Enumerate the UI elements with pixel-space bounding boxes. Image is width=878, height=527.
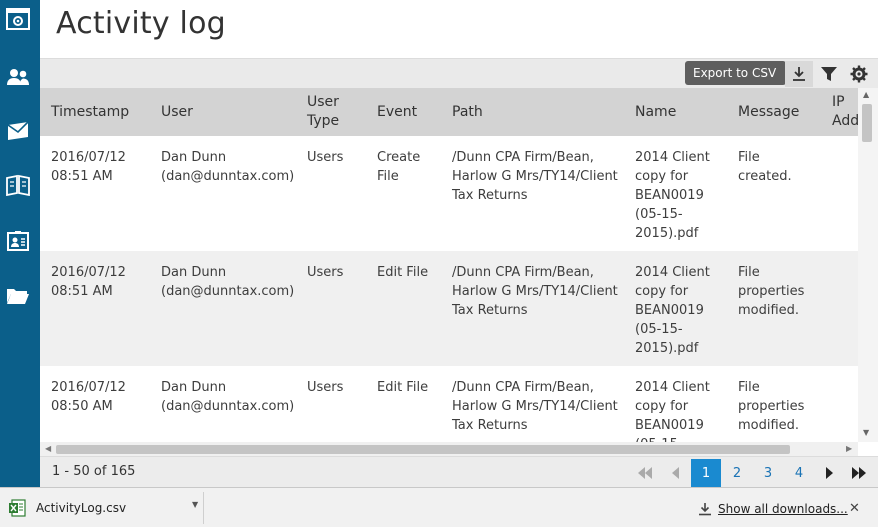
table-toolbar: Export to CSV	[40, 58, 878, 88]
cell-timestamp: 2016/07/12 08:50 AM	[51, 380, 126, 414]
settings-button[interactable]	[845, 61, 873, 87]
cell-path: /Dunn CPA Firm/Bean, Harlow G Mrs/TY14/Cl…	[452, 265, 618, 318]
cell-path: /Dunn CPA Firm/Bean, Harlow G Mrs/TY14/Cl…	[452, 380, 618, 433]
filter-icon	[821, 67, 837, 81]
cell-name: 2014 Client copy for BEAN0019 (05-15- 2015).…	[635, 150, 710, 241]
vertical-scrollbar[interactable]: ▲ ▼	[858, 88, 878, 442]
vertical-scroll-thumb[interactable]	[862, 104, 872, 142]
next-page-button[interactable]	[814, 459, 844, 487]
page-3-button[interactable]: 3	[753, 459, 783, 487]
page-1-button[interactable]: 1	[691, 459, 721, 487]
col-timestamp[interactable]: Timestamp	[51, 88, 151, 136]
cell-user: Dan Dunn (dan@dunntax.com)	[161, 150, 295, 184]
col-name[interactable]: Name	[635, 88, 725, 136]
cell-name: 2014 Clientcopy forBEAN0019(05-15-	[635, 380, 710, 442]
cell-event: Create File	[377, 150, 421, 184]
cell-user: Dan Dunn (dan@dunntax.com)	[161, 380, 295, 414]
scroll-up-arrow[interactable]: ▲	[863, 90, 869, 99]
cell-event: Edit File	[377, 380, 429, 395]
users-icon[interactable]	[5, 66, 31, 88]
sidebar-nav	[0, 0, 40, 487]
col-path[interactable]: Path	[452, 88, 622, 136]
download-filename: ActivityLog.csv	[36, 501, 127, 515]
pagination-bar: 1 - 50 of 165 1 2 3 4	[40, 456, 878, 487]
cell-path: /Dunn CPA Firm/Bean, Harlow G Mrs/TY14/Cl…	[452, 150, 618, 203]
settings-window-icon[interactable]	[5, 8, 31, 30]
cell-user-type: Users	[307, 380, 344, 395]
col-event[interactable]: Event	[377, 88, 437, 136]
export-csv-button[interactable]	[785, 61, 813, 87]
download-item[interactable]: ActivityLog.csv	[0, 492, 204, 524]
scroll-left-arrow[interactable]: ◀	[45, 444, 51, 453]
cell-timestamp: 2016/07/12 08:51 AM	[51, 150, 126, 184]
cell-message: File created.	[738, 150, 792, 184]
folder-icon[interactable]	[5, 284, 31, 306]
gear-icon	[850, 65, 868, 83]
cell-message: File properties modified.	[738, 380, 805, 433]
cell-timestamp: 2016/07/12 08:51 AM	[51, 265, 126, 299]
cell-event: Edit File	[377, 265, 429, 280]
export-tooltip: Export to CSV	[685, 61, 793, 85]
table-row[interactable]: 2016/07/12 08:50 AM Dan Dunn (dan@dunntax.c…	[40, 366, 858, 442]
show-all-downloads-link[interactable]: Show all downloads...	[698, 502, 848, 516]
main-panel: Activity log Export to CSV Timestamp Use…	[40, 0, 878, 487]
download-icon	[699, 503, 711, 516]
table-row[interactable]: 2016/07/12 08:51 AM Dan Dunn (dan@dunntax.c…	[40, 251, 858, 366]
prev-page-button[interactable]	[661, 459, 691, 487]
cell-name: 2014 Client copy for BEAN0019 (05-15- 2015).…	[635, 265, 710, 356]
scroll-right-arrow[interactable]: ▶	[846, 444, 852, 453]
col-ip-address[interactable]: IP Address	[832, 88, 858, 136]
scroll-down-arrow[interactable]: ▼	[863, 428, 869, 437]
col-message[interactable]: Message	[738, 88, 818, 136]
activity-table: Timestamp User User Type Event Path Name…	[40, 88, 858, 442]
horizontal-scroll-thumb[interactable]	[56, 445, 790, 454]
last-page-button[interactable]	[844, 459, 874, 487]
table-header: Timestamp User User Type Event Path Name…	[40, 88, 858, 136]
record-range: 1 - 50 of 165	[52, 464, 136, 479]
horizontal-scrollbar[interactable]: ◀ ▶	[40, 442, 858, 456]
page-4-button[interactable]: 4	[784, 459, 814, 487]
last-page-icon	[852, 467, 866, 479]
first-page-icon	[638, 467, 652, 479]
csv-file-icon	[9, 499, 26, 517]
page-2-button[interactable]: 2	[722, 459, 752, 487]
book-icon[interactable]	[5, 174, 31, 196]
filter-button[interactable]	[815, 61, 843, 87]
next-page-icon	[826, 467, 833, 479]
close-download-bar-icon[interactable]: ✕	[849, 501, 860, 516]
show-all-downloads-label: Show all downloads...	[718, 502, 848, 516]
table-row[interactable]: 2016/07/12 08:51 AM Dan Dunn (dan@dunntax.c…	[40, 136, 858, 251]
col-user-type[interactable]: User Type	[307, 88, 357, 136]
cell-user-type: Users	[307, 150, 344, 165]
col-user[interactable]: User	[161, 88, 291, 136]
cell-message: File properties modified.	[738, 265, 805, 318]
download-icon	[793, 67, 805, 81]
cell-user-type: Users	[307, 265, 344, 280]
page-title: Activity log	[56, 6, 226, 41]
download-options-caret[interactable]: ▼	[192, 500, 198, 509]
download-bar: ActivityLog.csv ▼ Show all downloads... …	[0, 487, 878, 527]
first-page-button[interactable]	[630, 459, 660, 487]
prev-page-icon	[672, 467, 679, 479]
mail-icon[interactable]	[5, 120, 31, 142]
contacts-icon[interactable]	[5, 230, 31, 252]
cell-user: Dan Dunn (dan@dunntax.com)	[161, 265, 295, 299]
